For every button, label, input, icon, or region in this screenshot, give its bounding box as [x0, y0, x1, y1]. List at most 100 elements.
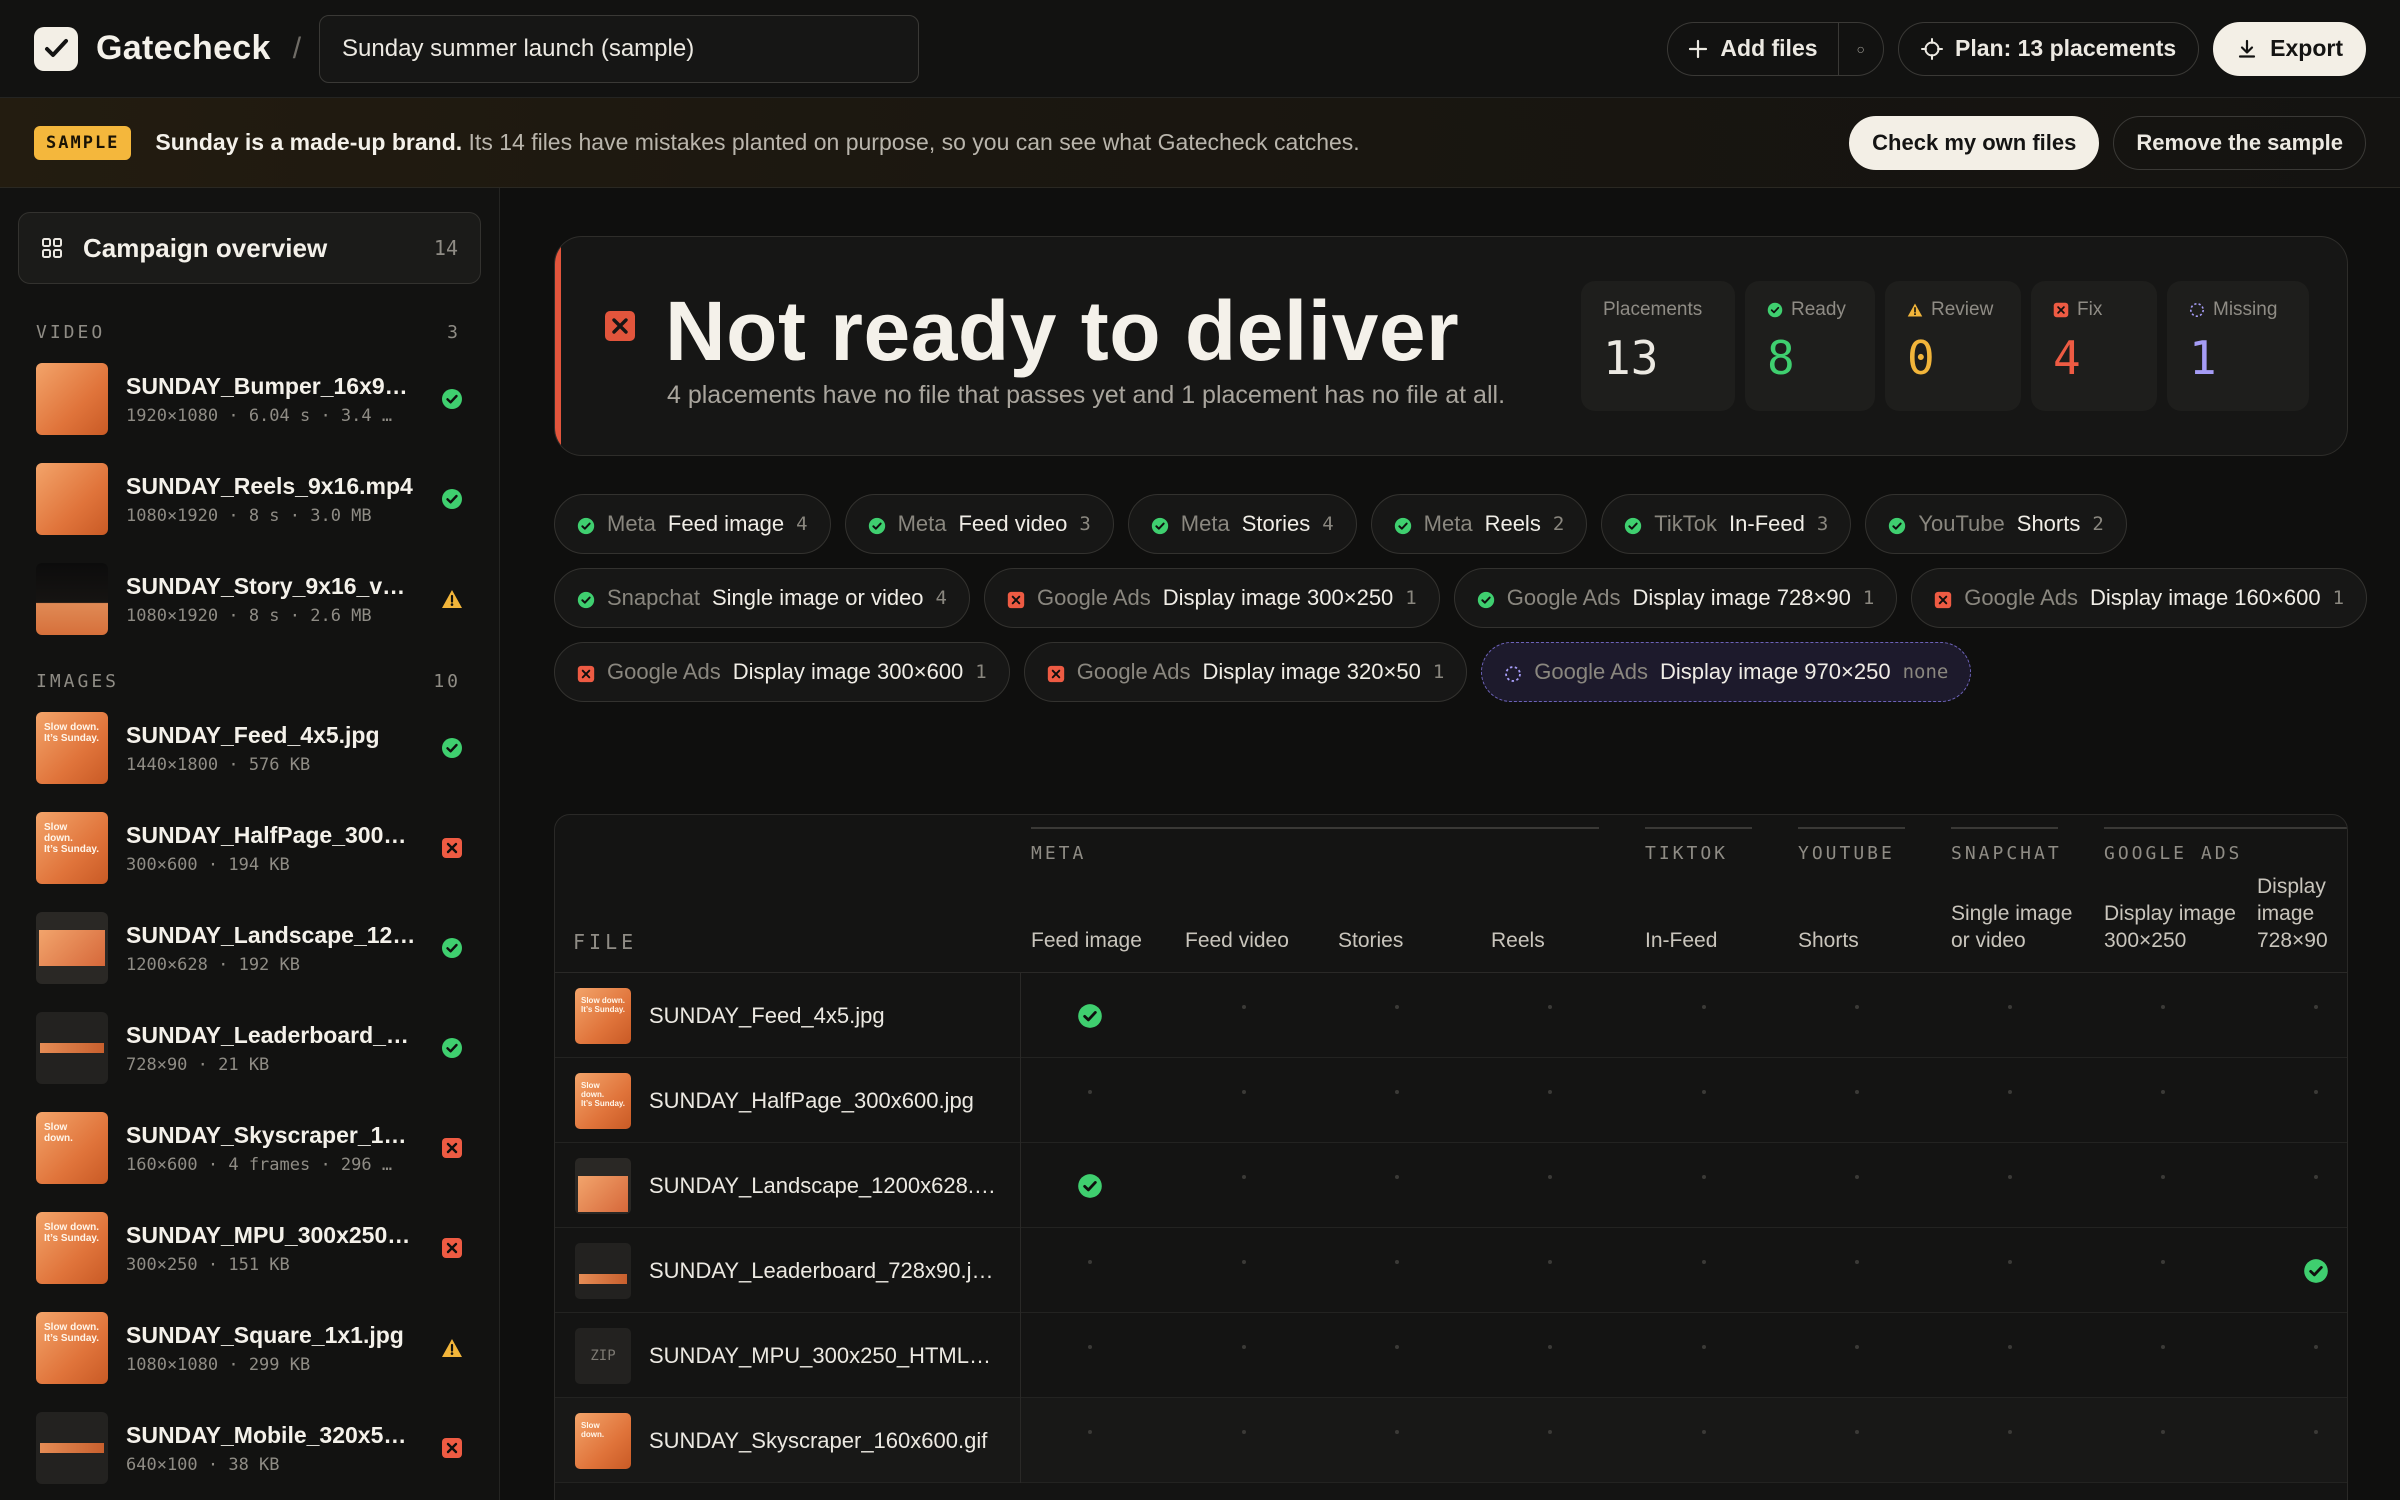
check-circle-icon[interactable]: [1077, 1173, 1103, 1199]
file-list-item[interactable]: Slow down. SUNDAY_Skyscraper_160… 160×600 ·…: [0, 1098, 499, 1198]
file-list-item[interactable]: SUNDAY_Bumper_16x9_6… 1920×1080 · 6.04 s …: [0, 349, 499, 449]
empty-cell[interactable]: [1702, 1430, 1706, 1434]
empty-cell[interactable]: [1855, 1090, 1859, 1094]
empty-cell[interactable]: [2161, 1005, 2165, 1009]
column-header[interactable]: Display image 300×250: [2104, 900, 2244, 954]
empty-cell[interactable]: [1395, 1090, 1399, 1094]
empty-cell[interactable]: [1242, 1260, 1246, 1264]
column-header[interactable]: Shorts: [1798, 927, 1938, 954]
column-header[interactable]: In-Feed: [1645, 927, 1785, 954]
empty-cell[interactable]: [1088, 1090, 1092, 1094]
file-list-item[interactable]: SUNDAY_Reels_9x16.mp4 1080×1920 · 8 s · 3…: [0, 449, 499, 549]
empty-cell[interactable]: [1855, 1175, 1859, 1179]
placement-chip[interactable]: Google Ads Display image 300×250 1: [984, 568, 1440, 628]
placement-chip[interactable]: Google Ads Display image 320×50 1: [1023, 642, 1468, 702]
file-list-item[interactable]: Slow down. It’s Sunday. SUNDAY_Feed_4x5.jp…: [0, 698, 499, 798]
placement-chip[interactable]: Google Ads Display image 970×250 none: [1481, 642, 1972, 702]
empty-cell[interactable]: [2161, 1430, 2165, 1434]
placement-chip[interactable]: Meta Stories 4: [1127, 494, 1357, 554]
plan-button[interactable]: Plan: 13 placements: [1898, 21, 2200, 76]
empty-cell[interactable]: [1242, 1005, 1246, 1009]
empty-cell[interactable]: [2161, 1260, 2165, 1264]
empty-cell[interactable]: [1548, 1090, 1552, 1094]
check-own-files-button[interactable]: Check my own files: [1849, 115, 2100, 170]
empty-cell[interactable]: [2161, 1345, 2165, 1349]
placement-chip[interactable]: Google Ads Display image 728×90 1: [1453, 568, 1898, 628]
table-row[interactable]: Slow down. SUNDAY_Skyscraper_160x600.gif: [555, 1398, 2347, 1483]
column-header[interactable]: Reels: [1491, 927, 1631, 954]
empty-cell[interactable]: [1088, 1430, 1092, 1434]
empty-cell[interactable]: [2008, 1175, 2012, 1179]
empty-cell[interactable]: [1395, 1430, 1399, 1434]
gatecheck-logo-icon[interactable]: [34, 26, 78, 71]
file-list-item[interactable]: SUNDAY_Leaderboard_72… 728×90 · 21 KB: [0, 998, 499, 1098]
table-row[interactable]: ZIP SUNDAY_MPU_300x250_HTML…: [555, 1313, 2347, 1398]
empty-cell[interactable]: [2314, 1090, 2318, 1094]
placement-chip[interactable]: Meta Feed image 4: [554, 494, 831, 554]
empty-cell[interactable]: [1855, 1430, 1859, 1434]
empty-cell[interactable]: [1242, 1175, 1246, 1179]
file-list-item[interactable]: Slow down. It’s Sunday. SUNDAY_Square_1x1.…: [0, 1298, 499, 1398]
more-options-button[interactable]: ○: [1837, 22, 1883, 75]
empty-cell[interactable]: [1855, 1260, 1859, 1264]
empty-cell[interactable]: [1702, 1345, 1706, 1349]
empty-cell[interactable]: [1548, 1260, 1552, 1264]
empty-cell[interactable]: [1702, 1005, 1706, 1009]
placement-chip[interactable]: Meta Feed video 3: [844, 494, 1114, 554]
empty-cell[interactable]: [1242, 1345, 1246, 1349]
file-list-item[interactable]: SUNDAY_Story_9x16_v2.… 1080×1920 · 8 s · …: [0, 549, 499, 649]
empty-cell[interactable]: [1702, 1090, 1706, 1094]
empty-cell[interactable]: [2314, 1005, 2318, 1009]
placement-chip[interactable]: Google Ads Display image 160×600 1: [1911, 568, 2368, 628]
table-row[interactable]: Slow down. It’s Sunday. SUNDAY_HalfPage_300…: [555, 1058, 2347, 1143]
empty-cell[interactable]: [2314, 1345, 2318, 1349]
check-circle-icon[interactable]: [2303, 1258, 2329, 1284]
empty-cell[interactable]: [1088, 1260, 1092, 1264]
empty-cell[interactable]: [1548, 1175, 1552, 1179]
placement-chip[interactable]: Google Ads Display image 300×600 1: [554, 642, 1010, 702]
empty-cell[interactable]: [1395, 1005, 1399, 1009]
empty-cell[interactable]: [1395, 1175, 1399, 1179]
empty-cell[interactable]: [1242, 1090, 1246, 1094]
file-list-item[interactable]: SUNDAY_Mobile_320x50… 640×100 · 38 KB: [0, 1398, 499, 1498]
empty-cell[interactable]: [1855, 1005, 1859, 1009]
empty-cell[interactable]: [1548, 1345, 1552, 1349]
empty-cell[interactable]: [2008, 1090, 2012, 1094]
add-files-button[interactable]: Add files: [1668, 23, 1837, 75]
export-button[interactable]: Export: [2213, 21, 2366, 76]
empty-cell[interactable]: [1548, 1005, 1552, 1009]
empty-cell[interactable]: [2161, 1090, 2165, 1094]
empty-cell[interactable]: [1855, 1345, 1859, 1349]
empty-cell[interactable]: [2008, 1430, 2012, 1434]
column-header[interactable]: Stories: [1338, 927, 1478, 954]
column-header[interactable]: Single image or video: [1951, 900, 2091, 954]
campaign-overview-button[interactable]: Campaign overview 14: [18, 212, 481, 284]
project-name-field[interactable]: Sunday summer launch (sample): [319, 14, 920, 83]
placement-chip[interactable]: YouTube Shorts 2: [1865, 494, 2127, 554]
column-header[interactable]: Display image 728×90: [2257, 873, 2347, 954]
file-list-item[interactable]: SUNDAY_Landscape_120… 1200×628 · 192 KB: [0, 898, 499, 998]
empty-cell[interactable]: [2314, 1430, 2318, 1434]
file-list-item[interactable]: Slow down. It’s Sunday. SUNDAY_MPU_300x250…: [0, 1198, 499, 1298]
empty-cell[interactable]: [1395, 1345, 1399, 1349]
empty-cell[interactable]: [1702, 1175, 1706, 1179]
column-header[interactable]: Feed image: [1031, 927, 1171, 954]
check-circle-icon[interactable]: [1077, 1003, 1103, 1029]
empty-cell[interactable]: [1088, 1345, 1092, 1349]
remove-sample-button[interactable]: Remove the sample: [2113, 115, 2366, 170]
table-row[interactable]: SUNDAY_Leaderboard_728x90.j…: [555, 1228, 2347, 1313]
placement-chip[interactable]: TikTok In-Feed 3: [1601, 494, 1852, 554]
table-row[interactable]: Slow down. It’s Sunday. SUNDAY_Feed_4x5.jp…: [555, 973, 2347, 1058]
table-row[interactable]: SUNDAY_Landscape_1200x628.…: [555, 1143, 2347, 1228]
empty-cell[interactable]: [2314, 1175, 2318, 1179]
empty-cell[interactable]: [2008, 1005, 2012, 1009]
empty-cell[interactable]: [1395, 1260, 1399, 1264]
empty-cell[interactable]: [2161, 1175, 2165, 1179]
file-list-item[interactable]: Slow down. It’s Sunday. SUNDAY_HalfPage_300…: [0, 798, 499, 898]
empty-cell[interactable]: [1242, 1430, 1246, 1434]
empty-cell[interactable]: [2008, 1260, 2012, 1264]
empty-cell[interactable]: [1548, 1430, 1552, 1434]
column-header[interactable]: Feed video: [1185, 927, 1325, 954]
empty-cell[interactable]: [1702, 1260, 1706, 1264]
placement-chip[interactable]: Meta Reels 2: [1370, 494, 1588, 554]
